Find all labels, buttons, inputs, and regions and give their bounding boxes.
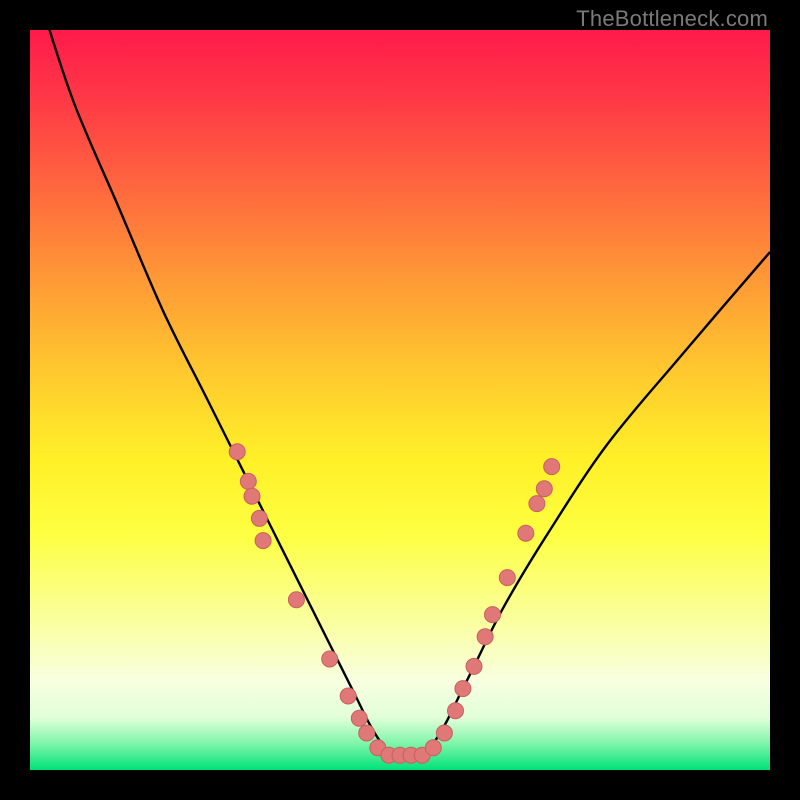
data-dot <box>322 651 338 667</box>
data-dot <box>240 473 256 489</box>
plot-area <box>30 30 770 770</box>
data-dot <box>288 592 304 608</box>
data-dot <box>436 725 452 741</box>
data-dot <box>477 629 493 645</box>
data-dot <box>229 444 245 460</box>
data-dot <box>244 488 260 504</box>
data-dots <box>229 444 560 763</box>
bottleneck-curve <box>45 30 770 756</box>
data-dot <box>359 725 375 741</box>
data-dot <box>351 710 367 726</box>
data-dot <box>529 496 545 512</box>
chart-frame <box>30 30 770 770</box>
data-dot <box>499 570 515 586</box>
chart-svg <box>30 30 770 770</box>
data-dot <box>425 740 441 756</box>
watermark-text: TheBottleneck.com <box>576 6 768 32</box>
data-dot <box>544 459 560 475</box>
data-dot <box>255 533 271 549</box>
data-dot <box>536 481 552 497</box>
data-dot <box>448 703 464 719</box>
data-dot <box>340 688 356 704</box>
data-dot <box>251 510 267 526</box>
data-dot <box>518 525 534 541</box>
data-dot <box>485 607 501 623</box>
data-dot <box>455 681 471 697</box>
data-dot <box>466 658 482 674</box>
